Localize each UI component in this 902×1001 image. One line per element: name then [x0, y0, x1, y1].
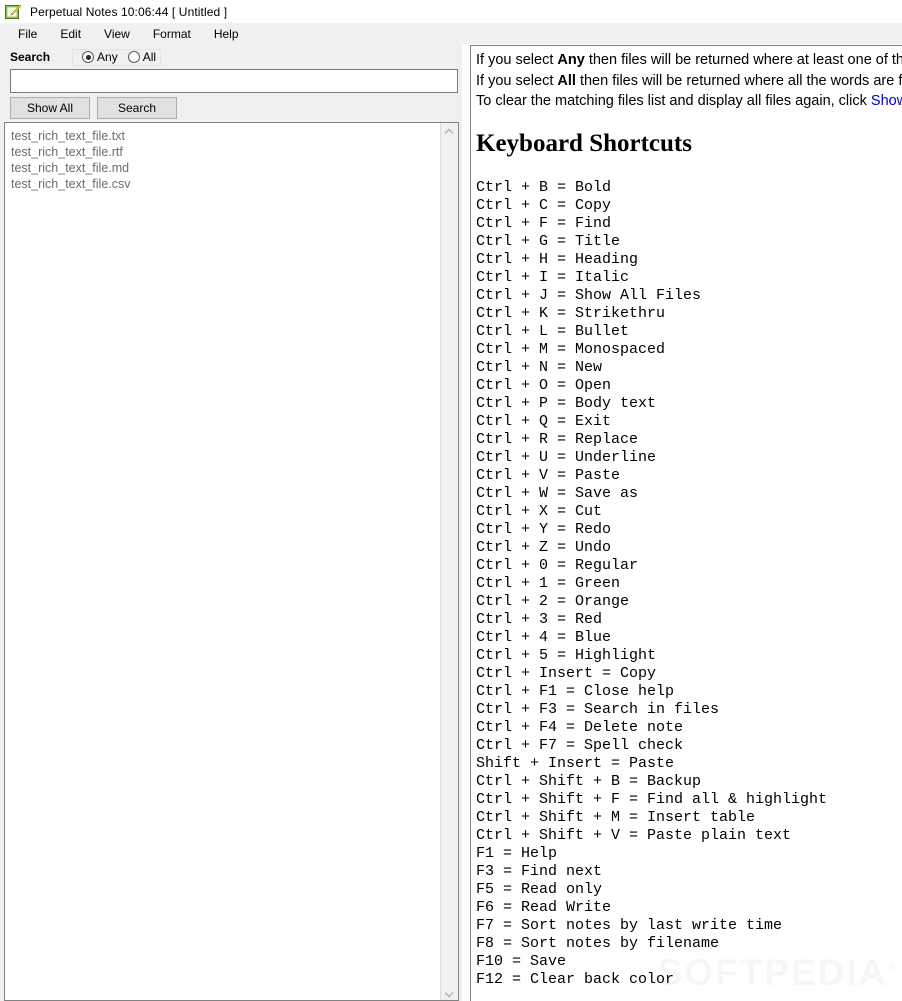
shortcut-line: F7 = Sort notes by last write time — [476, 916, 783, 934]
shortcut-line: Ctrl + M = Monospaced — [476, 340, 666, 358]
notepad-pencil-icon — [5, 3, 22, 20]
intro-line-any: If you select Any then files will be ret… — [476, 50, 902, 71]
shortcut-line: F1 = Help — [476, 844, 558, 862]
keyboard-shortcut-list: Ctrl + B = Bold Ctrl + C = Copy Ctrl + F =… — [476, 179, 902, 989]
application-window: Perpetual Notes 10:06:44 [ Untitled ] Fi… — [0, 0, 902, 1001]
radio-any-indicator — [82, 51, 95, 63]
chevron-down-icon[interactable] — [441, 983, 458, 1000]
shortcut-line: Ctrl + 1 = Green — [476, 574, 621, 592]
shortcut-line: Ctrl + O = Open — [476, 376, 612, 394]
shortcut-line: Ctrl + F3 = Search in files — [476, 700, 720, 718]
shortcut-line: Ctrl + Insert = Copy — [476, 664, 657, 682]
menu-bar: File Edit View Format Help — [0, 23, 902, 44]
shortcut-line: Ctrl + Shift + M = Insert table — [476, 808, 756, 826]
shortcut-line: Ctrl + 4 = Blue — [476, 628, 612, 646]
shortcut-line: Ctrl + F4 = Delete note — [476, 718, 684, 736]
shortcut-line: Ctrl + W = Save as — [476, 484, 639, 502]
radio-option-any[interactable]: Any — [76, 50, 118, 64]
left-panel: Search Any All Show All Search test_rich… — [0, 44, 462, 1001]
shortcut-line: F10 = Save — [476, 952, 567, 970]
intro-any-post: then files will be returned where at lea… — [588, 52, 902, 68]
shortcut-line: Ctrl + F7 = Spell check — [476, 736, 684, 754]
search-toolbar: Search Any All — [0, 46, 162, 68]
intro-any-pre: If you select — [476, 52, 558, 68]
intro-line-clear: To clear the matching files list and dis… — [476, 91, 902, 112]
shortcut-line: Ctrl + V = Paste — [476, 466, 621, 484]
shortcut-line: Ctrl + J = Show All Files — [476, 286, 702, 304]
shortcut-line: Ctrl + Z = Undo — [476, 538, 612, 556]
search-buttons: Show All Search — [10, 97, 177, 119]
window-title: Perpetual Notes 10:06:44 [ Untitled ] — [30, 4, 228, 19]
search-mode-group: Any All — [72, 48, 162, 66]
shortcut-line: Ctrl + 5 = Highlight — [476, 646, 657, 664]
menu-item-file[interactable]: File — [9, 25, 46, 43]
file-list-scrollbar[interactable] — [440, 123, 458, 1000]
shortcut-line: Ctrl + P = Body text — [476, 394, 657, 412]
shortcut-line: Ctrl + 0 = Regular — [476, 556, 639, 574]
shortcut-line: Ctrl + U = Underline — [476, 448, 657, 466]
menu-item-format[interactable]: Format — [144, 25, 200, 43]
shortcut-line: Shift + Insert = Paste — [476, 754, 675, 772]
show-all-button[interactable]: Show All — [10, 97, 90, 119]
list-item[interactable]: test_rich_text_file.rtf — [11, 144, 440, 160]
document-heading: Keyboard Shortcuts — [476, 129, 692, 157]
radio-all-label: All — [142, 50, 157, 64]
intro-all-bold: All — [557, 72, 576, 89]
help-document-panel[interactable]: If you select Any then files will be ret… — [470, 45, 902, 1001]
list-item[interactable]: test_rich_text_file.csv — [11, 176, 440, 192]
intro-any-bold: Any — [557, 52, 585, 68]
shortcut-line: Ctrl + B = Bold — [476, 178, 612, 196]
intro-all-post: then files will be returned where all th… — [579, 72, 902, 89]
shortcut-line: Ctrl + H = Heading — [476, 250, 639, 268]
shortcut-line: Ctrl + 3 = Red — [476, 610, 603, 628]
shortcut-line: F8 = Sort notes by filename — [476, 934, 720, 952]
shortcut-line: Ctrl + X = Cut — [476, 502, 603, 520]
shortcut-line: Ctrl + F1 = Close help — [476, 682, 675, 700]
shortcut-line: Ctrl + I = Italic — [476, 268, 630, 286]
radio-all-indicator — [127, 51, 140, 63]
shortcut-line: Ctrl + Shift + V = Paste plain text — [476, 826, 792, 844]
title-bar: Perpetual Notes 10:06:44 [ Untitled ] — [0, 0, 902, 23]
shortcut-line: F3 = Find next — [476, 862, 603, 880]
shortcut-line: Ctrl + K = Strikethru — [476, 304, 666, 322]
shortcut-line: F6 = Read Write — [476, 898, 612, 916]
search-button[interactable]: Search — [97, 97, 177, 119]
shortcut-line: Ctrl + C = Copy — [476, 196, 612, 214]
document-body: If you select Any then files will be ret… — [471, 46, 902, 989]
chevron-up-icon[interactable] — [441, 123, 458, 140]
search-label: Search — [10, 50, 51, 64]
intro-clear-pre: To clear the matching files list and dis… — [476, 93, 871, 109]
menu-item-view[interactable]: View — [95, 25, 139, 43]
file-list-container: test_rich_text_file.txt test_rich_text_fi… — [4, 122, 459, 1001]
shortcut-line: Ctrl + Q = Exit — [476, 412, 612, 430]
shortcut-line: Ctrl + Y = Redo — [476, 520, 612, 538]
shortcut-line: Ctrl + R = Replace — [476, 430, 639, 448]
intro-clear-link[interactable]: Show All. — [871, 93, 902, 109]
intro-all-pre: If you select — [476, 72, 558, 89]
shortcut-line: Ctrl + N = New — [476, 358, 603, 376]
shortcut-line: Ctrl + Shift + F = Find all & highlight — [476, 790, 828, 808]
shortcut-line: Ctrl + Shift + B = Backup — [476, 772, 702, 790]
shortcut-line: F12 = Clear back color — [476, 970, 675, 988]
radio-any-label: Any — [97, 50, 118, 64]
file-list[interactable]: test_rich_text_file.txt test_rich_text_fi… — [5, 123, 440, 1000]
shortcut-line: Ctrl + G = Title — [476, 232, 621, 250]
shortcut-line: F5 = Read only — [476, 880, 603, 898]
list-item[interactable]: test_rich_text_file.md — [11, 160, 440, 176]
intro-line-all: If you select All then files will be ret… — [476, 71, 902, 92]
menu-item-edit[interactable]: Edit — [51, 25, 90, 43]
search-input[interactable] — [10, 69, 458, 93]
radio-option-all[interactable]: All — [122, 50, 156, 64]
shortcut-line: Ctrl + L = Bullet — [476, 322, 630, 340]
list-item[interactable]: test_rich_text_file.txt — [11, 128, 440, 144]
menu-item-help[interactable]: Help — [205, 25, 248, 43]
shortcut-line: Ctrl + F = Find — [476, 214, 612, 232]
shortcut-line: Ctrl + 2 = Orange — [476, 592, 630, 610]
